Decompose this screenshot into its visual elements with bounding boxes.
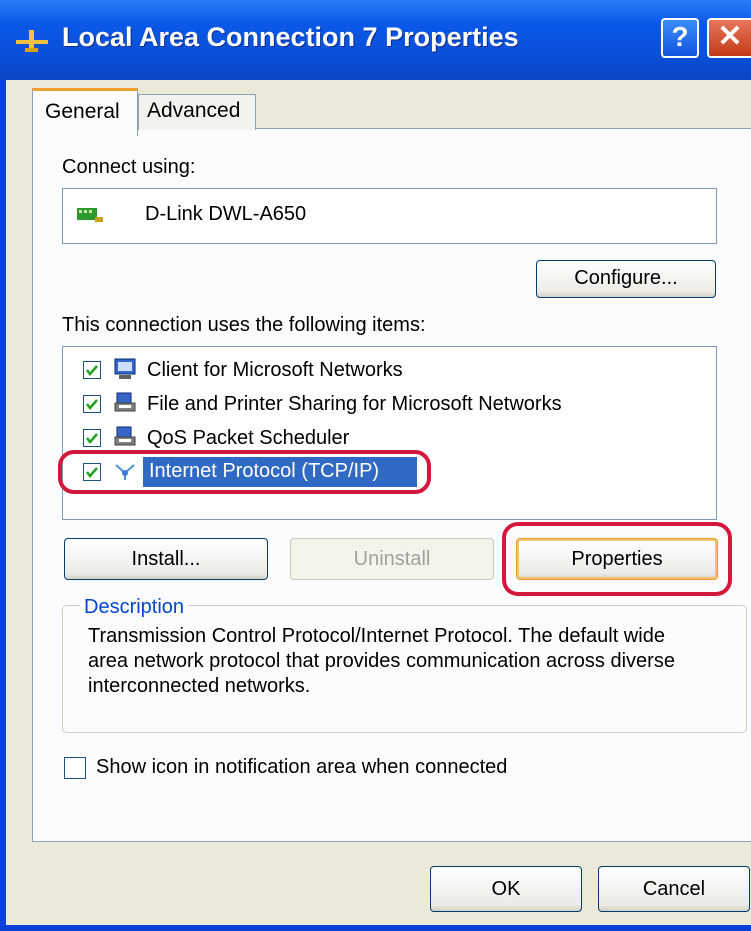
highlight-ring-tcpip [58,450,431,494]
items-section-label: This connection uses the following items… [62,314,426,336]
cancel-button[interactable]: Cancel [598,866,750,912]
description-title: Description [80,596,189,619]
item-checkbox[interactable] [83,361,101,379]
network-client-icon [114,358,136,379]
tab-general[interactable]: General [32,88,138,136]
help-button[interactable]: ? [661,18,699,58]
connect-using-label: Connect using: [62,156,196,178]
tab-advanced[interactable]: Advanced [138,94,256,130]
item-checkbox[interactable] [83,395,101,413]
qos-scheduler-icon [114,426,136,446]
description-text: Transmission Control Protocol/Internet P… [88,625,675,697]
configure-button[interactable]: Configure... [536,260,716,298]
item-checkbox[interactable] [83,429,101,447]
adapter-name: D-Link DWL-A650 [145,203,307,225]
install-button[interactable]: Install... [64,538,268,580]
dialog-window: Local Area Connection 7 Properties ? ✕ G… [0,0,751,931]
highlight-ring-properties [502,522,732,596]
ok-button[interactable]: OK [430,866,582,912]
title-bar[interactable]: Local Area Connection 7 Properties ? ✕ [0,0,751,80]
close-button[interactable]: ✕ [707,18,751,58]
checkmark-icon [86,365,98,376]
network-connection-icon [16,30,48,52]
uninstall-button[interactable]: Uninstall [290,538,494,580]
list-item[interactable]: File and Printer Sharing for Microsoft N… [147,393,562,416]
window-title: Local Area Connection 7 Properties [62,22,519,52]
list-item[interactable]: QoS Packet Scheduler [147,427,349,450]
network-adapter-icon [77,208,103,222]
checkmark-icon [86,399,98,410]
configure-button-text: Configure... [574,267,678,289]
show-icon-label[interactable]: Show icon in notification area when conn… [96,756,507,779]
show-icon-checkbox[interactable] [64,757,86,779]
list-item[interactable]: Client for Microsoft Networks [147,359,403,382]
checkmark-icon [86,433,98,444]
adapter-field[interactable]: D-Link DWL-A650 [62,188,717,244]
file-printer-sharing-icon [114,392,136,412]
